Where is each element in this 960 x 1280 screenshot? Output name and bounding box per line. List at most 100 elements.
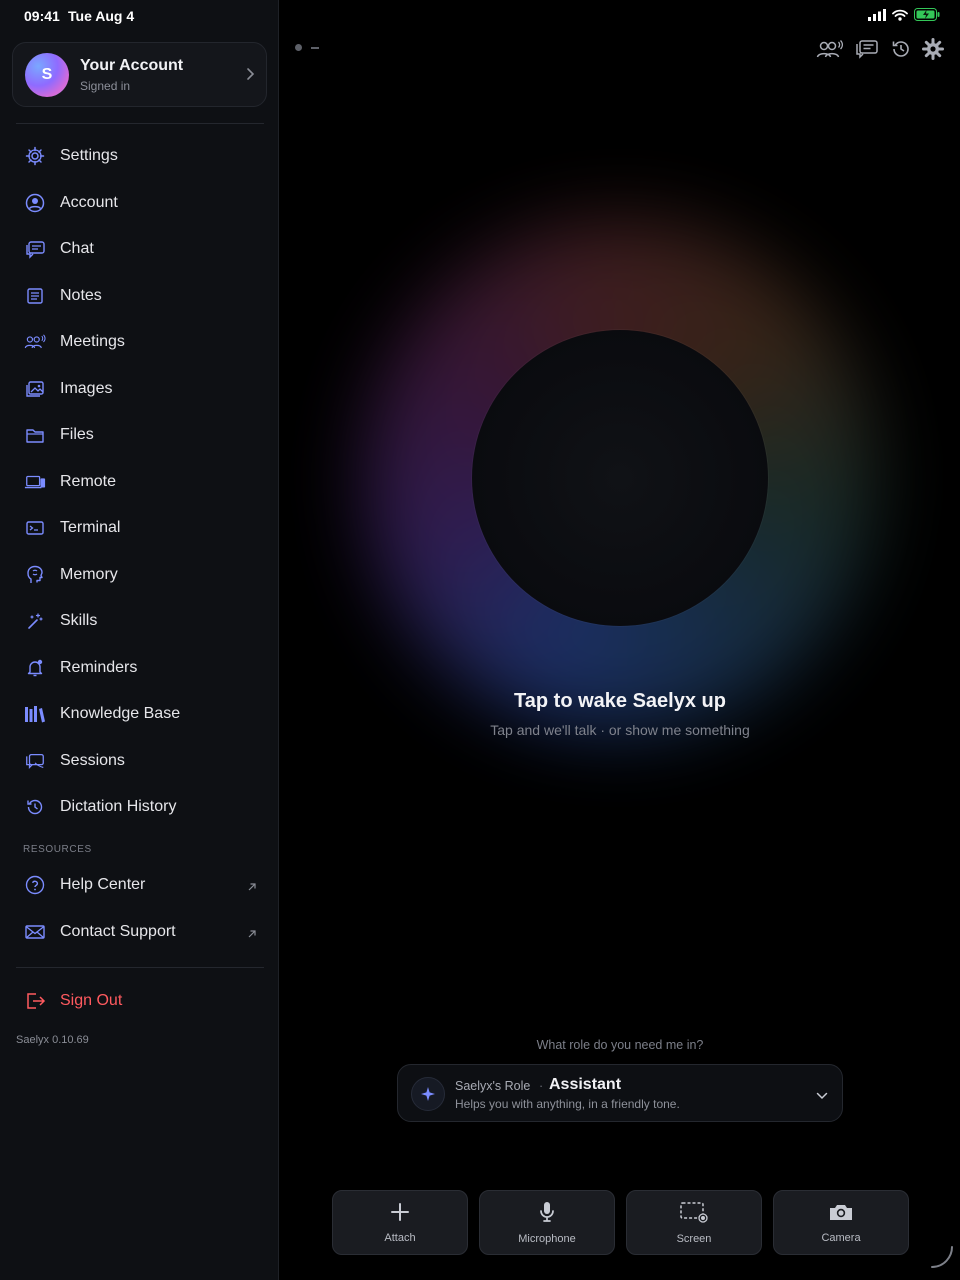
sidebar-item-images[interactable]: Images: [0, 366, 279, 413]
sidebar-item-skills[interactable]: Skills: [0, 598, 279, 645]
sidebar-nav: Settings Account Chat Notes Meetings Ima…: [0, 133, 279, 831]
screen-button[interactable]: Screen: [626, 1190, 762, 1255]
sparkle-icon: [411, 1077, 445, 1111]
page-indicator: [295, 44, 319, 51]
chat-bubbles-icon[interactable]: [854, 38, 880, 65]
wifi-icon: [892, 8, 908, 26]
sidebar-item-label: Account: [60, 193, 118, 211]
role-selector[interactable]: Saelyx's Role · Assistant Helps you with…: [397, 1064, 843, 1122]
main-area: Tap to wake Saelyx up Tap and we'll talk…: [280, 0, 960, 1280]
wand-icon: [24, 610, 46, 632]
remote-icon: [24, 471, 46, 493]
resize-handle-icon[interactable]: [928, 1243, 956, 1276]
sidebar-item-reminders[interactable]: Reminders: [0, 645, 279, 692]
battery-charging-icon: [914, 8, 940, 26]
sidebar-item-chat[interactable]: Chat: [0, 226, 279, 273]
sidebar-item-label: Chat: [60, 240, 94, 258]
account-name: Your Account: [80, 56, 184, 74]
sidebar-item-label: Terminal: [60, 519, 121, 537]
folder-icon: [24, 424, 46, 446]
help-icon: [24, 874, 46, 896]
sidebar-item-label: Reminders: [60, 658, 138, 676]
sidebar-item-label: Files: [60, 426, 94, 444]
camera-button[interactable]: Camera: [773, 1190, 909, 1255]
microphone-button[interactable]: Microphone: [479, 1190, 615, 1255]
notes-icon: [24, 285, 46, 307]
avatar: S: [25, 52, 69, 97]
mail-icon: [24, 921, 46, 943]
role-name: Assistant: [549, 1076, 622, 1093]
account-card[interactable]: S Your Account Signed in: [12, 42, 267, 107]
role-question: What role do you need me in?: [536, 1038, 704, 1052]
history-icon: [24, 796, 46, 818]
sidebar: 09:41 Tue Aug 4 S Your Account Signed in…: [0, 0, 279, 1280]
sign-out-icon: [24, 990, 46, 1012]
microphone-icon: [538, 1201, 556, 1228]
wake-orb[interactable]: [472, 330, 768, 626]
role-description: Helps you with anything, in a friendly t…: [455, 1097, 680, 1111]
sidebar-item-meetings[interactable]: Meetings: [0, 319, 279, 366]
sidebar-item-memory[interactable]: Memory: [0, 552, 279, 599]
divider: [16, 123, 264, 124]
sidebar-item-sessions[interactable]: Sessions: [0, 738, 279, 785]
books-icon: [24, 703, 46, 725]
chevron-right-icon: [246, 67, 256, 86]
plus-icon: [390, 1202, 410, 1227]
meetings-icon[interactable]: [816, 38, 844, 65]
sidebar-item-account[interactable]: Account: [0, 180, 279, 227]
user-circle-icon: [24, 192, 46, 214]
memory-head-icon: [24, 564, 46, 586]
chat-bubbles-icon: [24, 238, 46, 260]
top-toolbar: [816, 38, 944, 65]
sign-out-label: Sign Out: [60, 992, 123, 1010]
account-status: Signed in: [80, 78, 131, 93]
terminal-icon: [24, 517, 46, 539]
microphone-label: Microphone: [518, 1232, 576, 1245]
sidebar-item-label: Memory: [60, 565, 118, 583]
status-date: Tue Aug 4: [68, 8, 135, 24]
status-time: 09:41: [24, 8, 60, 24]
resources-heading: RESOURCES: [23, 844, 92, 855]
sidebar-item-label: Help Center: [60, 876, 146, 894]
bell-icon: [24, 657, 46, 679]
sidebar-item-files[interactable]: Files: [0, 412, 279, 459]
resources-list: Help Center Contact Support: [0, 862, 279, 955]
sidebar-item-dictation-history[interactable]: Dictation History: [0, 784, 279, 831]
images-icon: [24, 378, 46, 400]
role-separator: ·: [539, 1079, 544, 1093]
attach-button[interactable]: Attach: [332, 1190, 468, 1255]
wake-title: Tap to wake Saelyx up: [514, 690, 726, 712]
external-link-icon: [247, 926, 257, 944]
gear-icon: [24, 145, 46, 167]
sidebar-item-label: Contact Support: [60, 922, 176, 940]
cellular-signal-icon: [868, 8, 886, 26]
screen-record-icon: [679, 1201, 709, 1228]
divider: [16, 967, 264, 968]
sidebar-item-label: Notes: [60, 286, 102, 304]
sidebar-item-help-center[interactable]: Help Center: [0, 862, 279, 909]
sessions-icon: [24, 750, 46, 772]
app-version: Saelyx 0.10.69: [16, 1034, 89, 1046]
attach-label: Attach: [384, 1231, 416, 1244]
sidebar-item-label: Images: [60, 379, 113, 397]
chevron-down-icon: [816, 1087, 828, 1105]
sidebar-item-contact-support[interactable]: Contact Support: [0, 909, 279, 956]
camera-icon: [828, 1202, 854, 1227]
gear-icon[interactable]: [922, 38, 944, 65]
sidebar-item-knowledge-base[interactable]: Knowledge Base: [0, 691, 279, 738]
camera-label: Camera: [821, 1231, 861, 1244]
sidebar-item-remote[interactable]: Remote: [0, 459, 279, 506]
sidebar-item-label: Dictation History: [60, 798, 177, 816]
sidebar-item-label: Skills: [60, 612, 98, 630]
history-icon[interactable]: [890, 38, 912, 65]
sidebar-item-terminal[interactable]: Terminal: [0, 505, 279, 552]
sign-out-button[interactable]: Sign Out: [0, 978, 279, 1025]
sidebar-item-label: Meetings: [60, 333, 125, 351]
wake-subtitle: Tap and we'll talk · or show me somethin…: [490, 722, 750, 738]
sidebar-item-settings[interactable]: Settings: [0, 133, 279, 180]
sign-out-section: Sign Out: [0, 978, 279, 1025]
sidebar-item-notes[interactable]: Notes: [0, 273, 279, 320]
meetings-icon: [24, 331, 46, 353]
external-link-icon: [247, 879, 257, 897]
action-bar: Attach Microphone Screen Camera: [332, 1190, 909, 1255]
